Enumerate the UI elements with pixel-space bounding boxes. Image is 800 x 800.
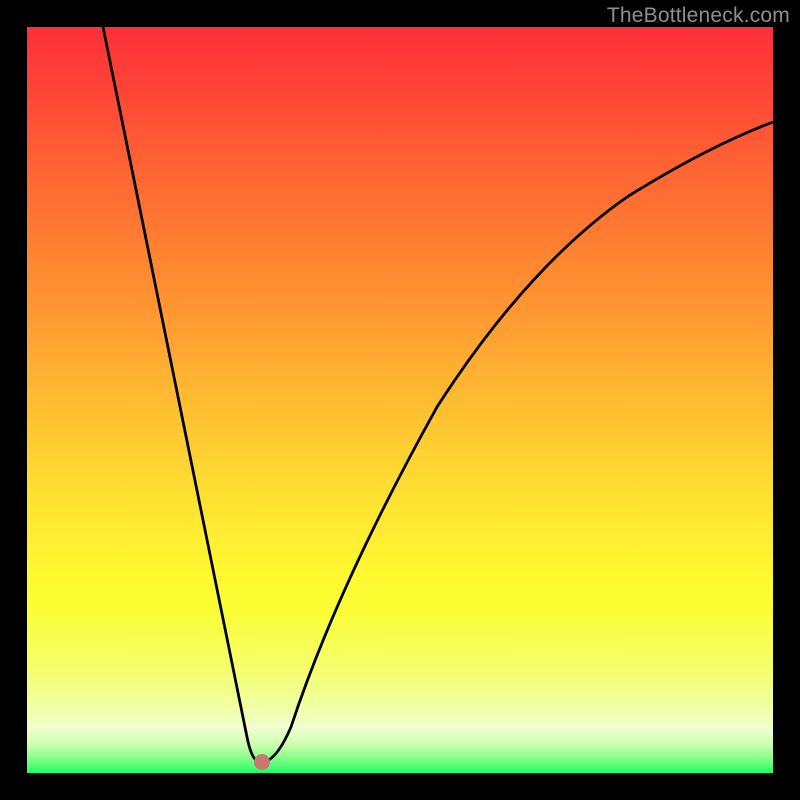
chart-frame: TheBottleneck.com	[0, 0, 800, 800]
watermark-text: TheBottleneck.com	[607, 4, 790, 28]
chart-svg	[27, 27, 773, 773]
plot-area	[27, 27, 773, 773]
min-marker	[254, 754, 270, 770]
bottleneck-curve	[101, 27, 773, 761]
